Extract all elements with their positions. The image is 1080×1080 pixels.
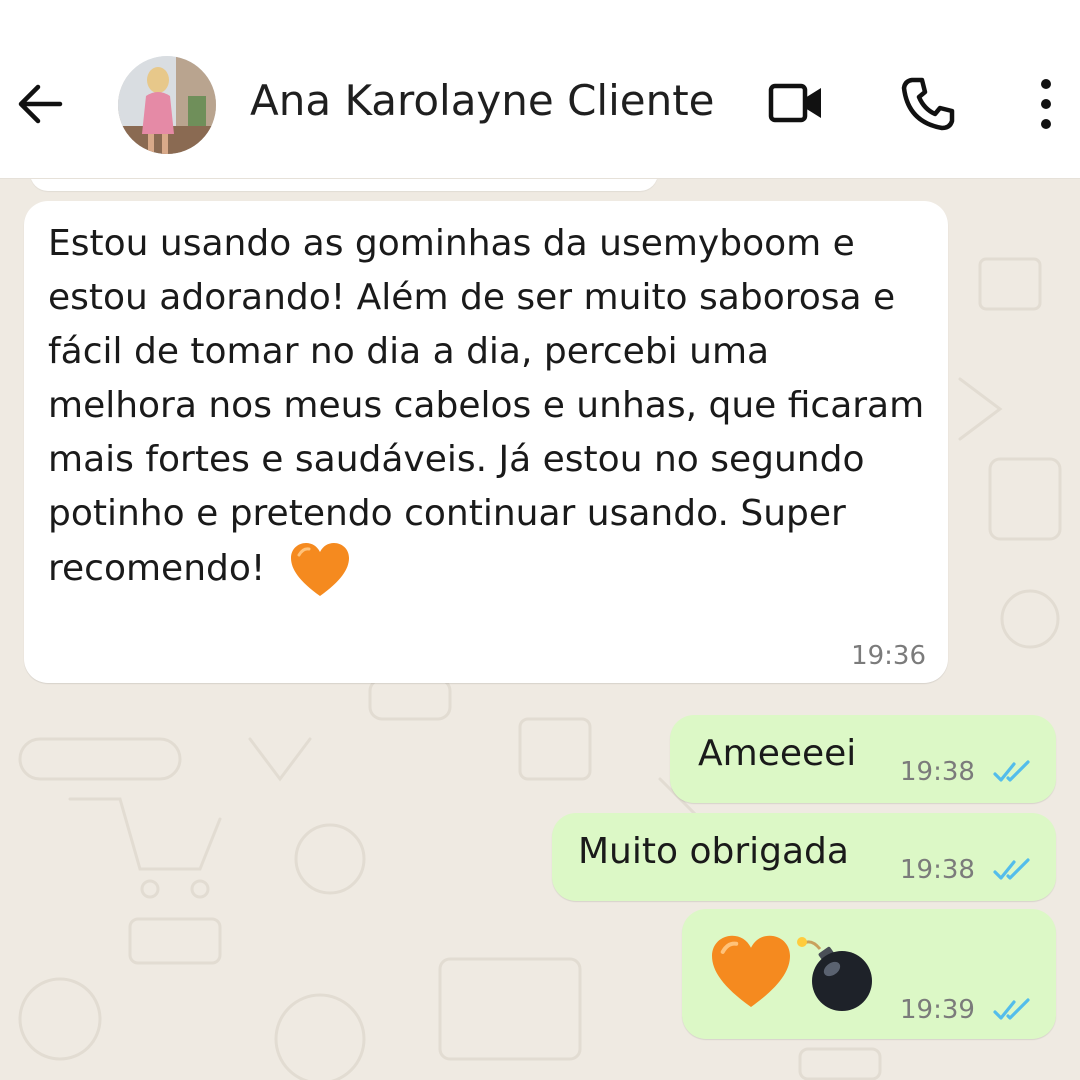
outgoing-message[interactable]: Ameeeei 19:38 [670, 715, 1056, 803]
message-time: 19:38 [900, 855, 975, 885]
avatar-photo [118, 56, 216, 154]
arrow-left-icon[interactable] [14, 78, 66, 130]
orange-heart-icon [712, 935, 790, 1007]
message-time: 19:36 [851, 641, 926, 671]
voice-call-icon[interactable] [898, 74, 958, 134]
outgoing-message[interactable]: 19:39 [682, 909, 1056, 1039]
chat-area[interactable]: Estou usando as gominhas da usemyboom e … [0, 179, 1080, 1080]
message-text: Muito obrigada [578, 831, 849, 872]
previous-message-edge [30, 179, 658, 191]
message-text: Estou usando as gominhas da usemyboom e … [48, 217, 928, 599]
message-text: Ameeeei [698, 733, 857, 774]
avatar[interactable] [118, 56, 216, 154]
message-time: 19:39 [900, 995, 975, 1025]
more-options-icon[interactable] [1016, 74, 1076, 134]
incoming-message[interactable]: Estou usando as gominhas da usemyboom e … [24, 201, 948, 683]
outgoing-message[interactable]: Muito obrigada 19:38 [552, 813, 1056, 901]
orange-heart-icon [290, 543, 349, 596]
double-check-read-icon [993, 760, 1030, 782]
contact-name[interactable]: Ana Karolayne Cliente [250, 76, 715, 125]
message-body: Estou usando as gominhas da usemyboom e … [48, 223, 925, 589]
double-check-read-icon [993, 998, 1030, 1020]
message-time: 19:38 [900, 757, 975, 787]
double-check-read-icon [993, 858, 1030, 880]
chat-header: Ana Karolayne Cliente [0, 0, 1080, 179]
bomb-icon [797, 937, 872, 1011]
video-call-icon[interactable] [766, 74, 826, 134]
